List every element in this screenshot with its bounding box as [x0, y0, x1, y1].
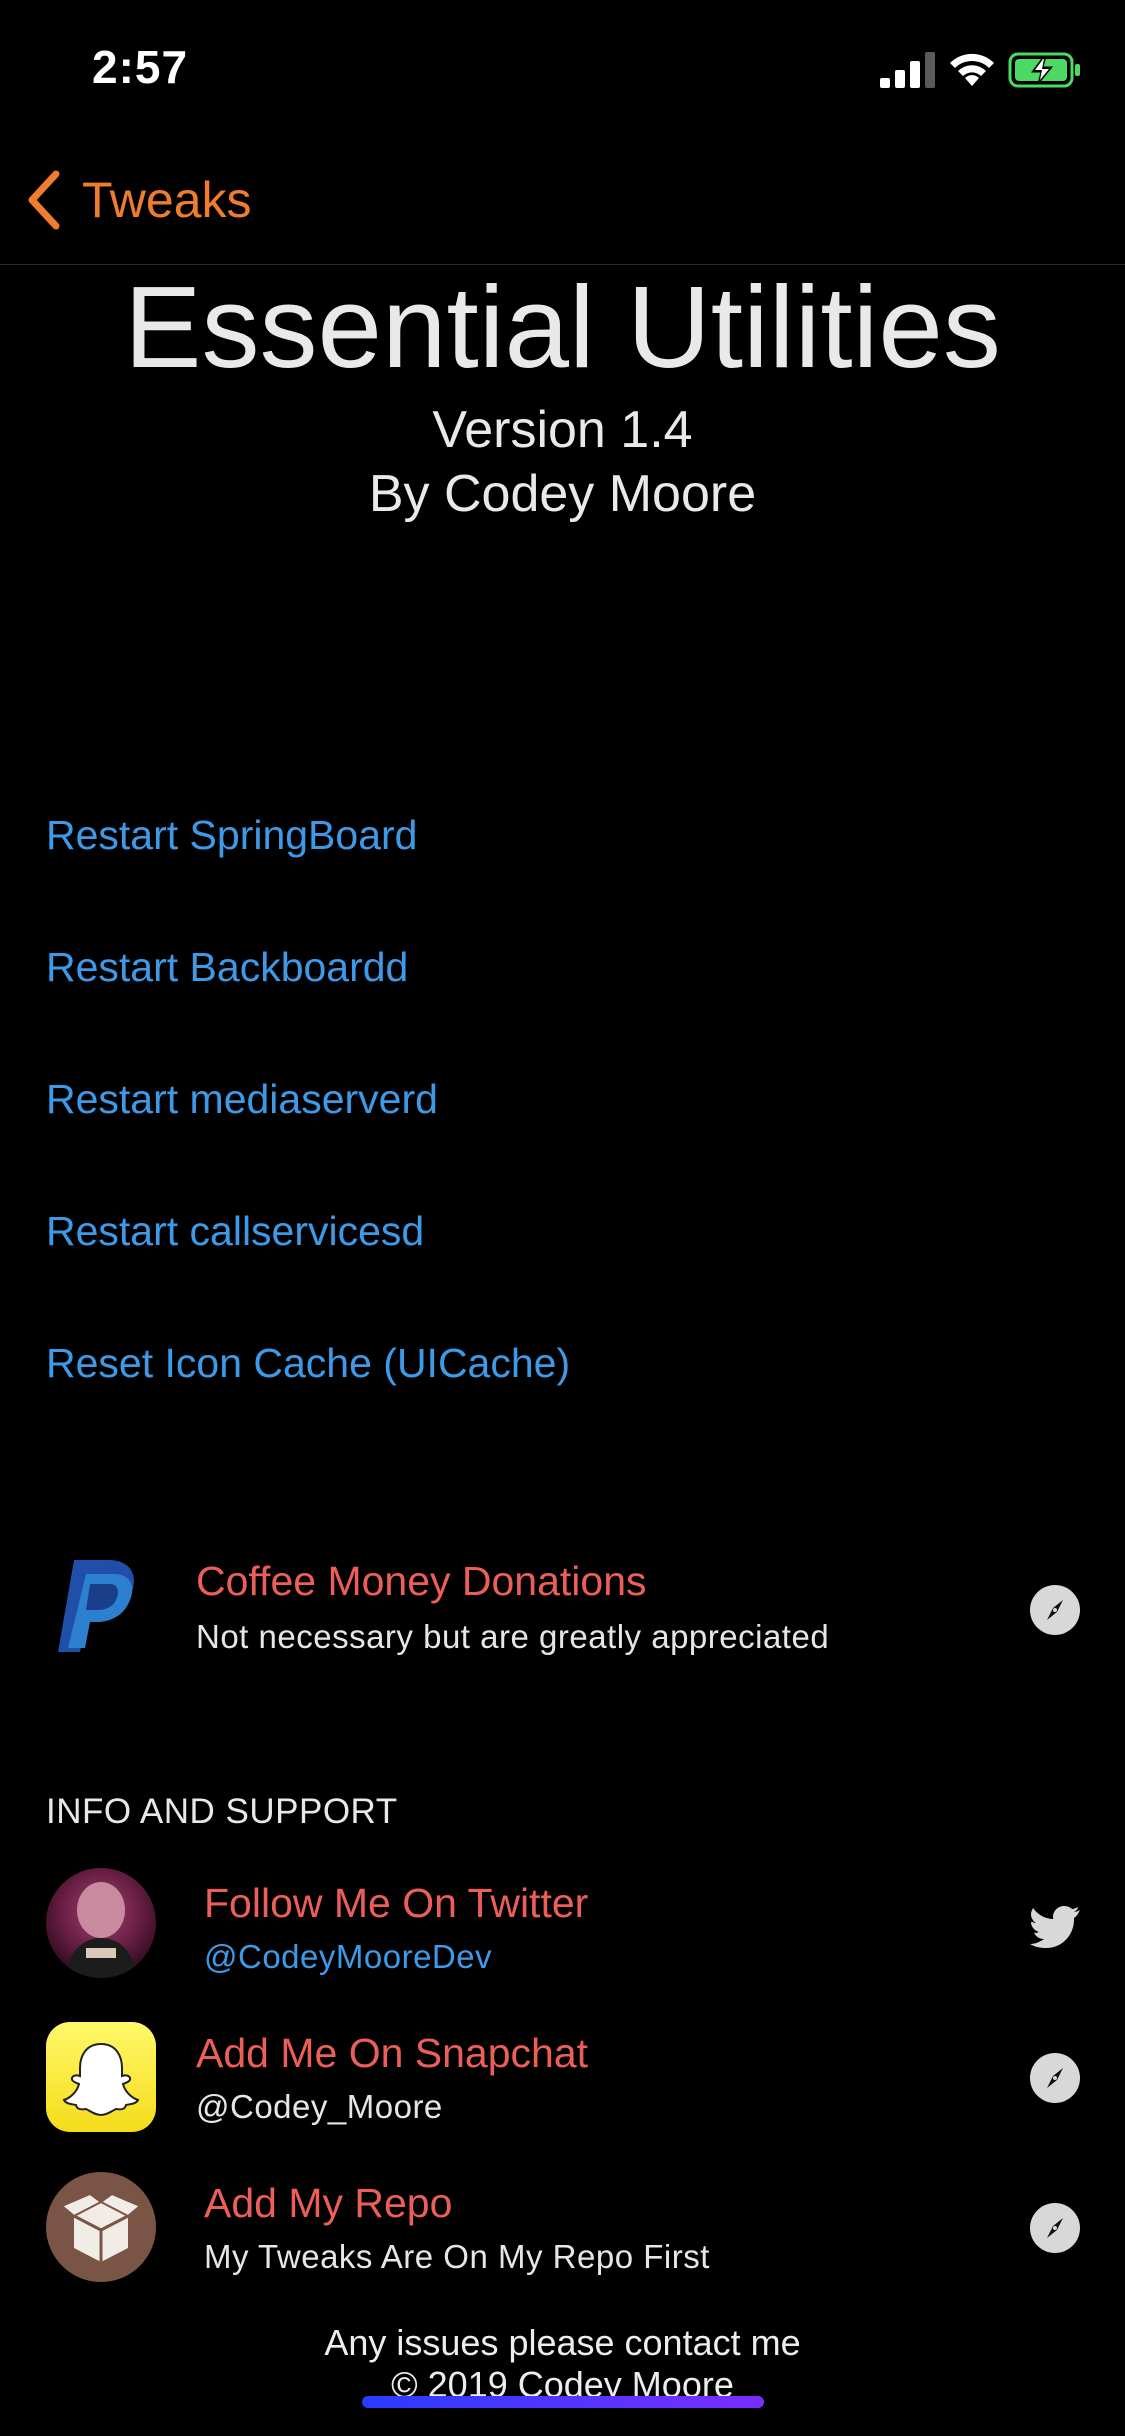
section-header-info: INFO AND SUPPORT [46, 1792, 398, 1831]
battery-charging-icon [1008, 52, 1080, 88]
restart-backboardd-button[interactable]: Restart Backboardd [46, 944, 408, 991]
cellular-signal-icon [880, 52, 935, 88]
twitter-title: Follow Me On Twitter [204, 1880, 589, 1926]
wifi-icon [950, 53, 994, 86]
compass-icon [1030, 2203, 1080, 2253]
version-label: Version 1.4 [432, 401, 693, 459]
compass-icon [1030, 2053, 1080, 2103]
snapchat-subtitle: @Codey_Moore [196, 2088, 443, 2125]
avatar [46, 1868, 156, 1978]
compass-icon [1030, 1585, 1080, 1635]
repo-title: Add My Repo [204, 2180, 453, 2226]
paypal-icon [58, 1560, 134, 1652]
reset-icon-cache-button[interactable]: Reset Icon Cache (UICache) [46, 1340, 570, 1387]
home-indicator[interactable] [362, 2396, 764, 2408]
back-button[interactable]: Tweaks [24, 160, 252, 240]
restart-springboard-button[interactable]: Restart SpringBoard [46, 812, 417, 859]
twitter-bird-icon [1030, 1906, 1080, 1948]
chevron-left-icon [28, 170, 60, 230]
twitter-subtitle: @CodeyMooreDev [204, 1938, 493, 1975]
back-label: Tweaks [82, 172, 252, 228]
snapchat-ghost-icon [46, 2022, 156, 2132]
snapchat-title: Add Me On Snapchat [196, 2030, 589, 2076]
repo-subtitle: My Tweaks Are On My Repo First [204, 2238, 710, 2275]
donation-subtitle: Not necessary but are greatly appreciate… [196, 1618, 830, 1655]
restart-mediaserverd-button[interactable]: Restart mediaserverd [46, 1076, 438, 1123]
page-title: Essential Utilities [124, 262, 1001, 392]
status-time: 2:57 [92, 41, 189, 93]
restart-callservicesd-button[interactable]: Restart callservicesd [46, 1208, 424, 1255]
cydia-box-icon [46, 2172, 156, 2282]
donation-title: Coffee Money Donations [196, 1558, 647, 1604]
footer-contact: Any issues please contact me [324, 2322, 801, 2363]
author-label: By Codey Moore [368, 465, 757, 523]
